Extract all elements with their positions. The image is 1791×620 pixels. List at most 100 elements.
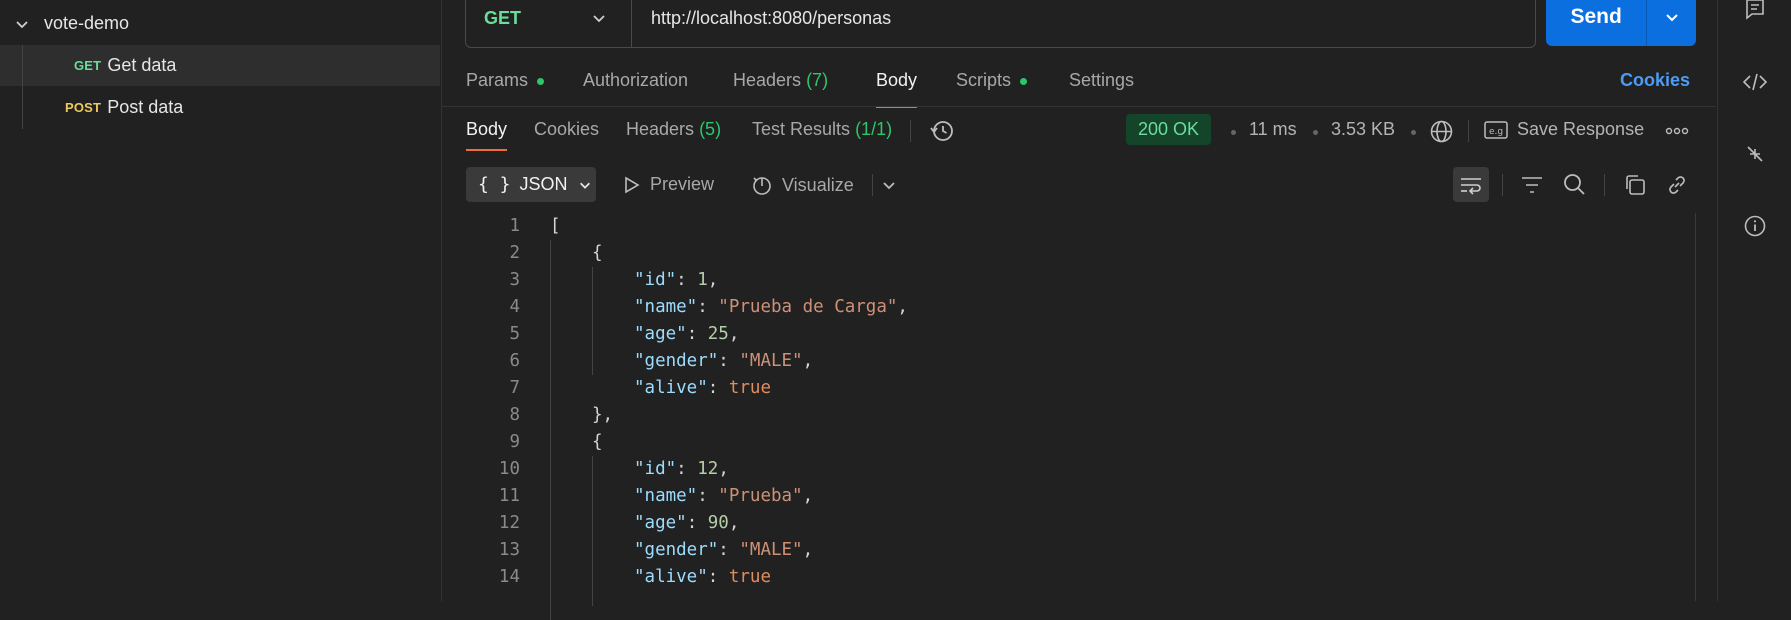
send-options-button[interactable] [1646,0,1696,46]
collection-vote-demo[interactable]: vote-demo [0,3,440,44]
json-key: "alive" [634,378,708,398]
chevron-down-icon[interactable] [881,177,897,193]
json-value: "MALE" [739,540,803,560]
tab-label: Body [876,70,918,90]
preview-button[interactable]: Preview [624,174,714,195]
code-text: [ [550,216,561,236]
json-key: "name" [634,297,698,317]
tab-settings[interactable]: Settings [1069,70,1134,106]
format-select[interactable]: { } JSON [466,167,596,202]
tab-authorization[interactable]: Authorization [583,70,688,106]
json-value: 12 [697,459,719,479]
line-number: 9 [509,432,520,452]
play-icon [624,176,640,194]
json-key: "id" [634,270,677,290]
cookies-link[interactable]: Cookies [1620,70,1690,91]
send-label: Send [1570,5,1622,28]
wrap-lines-button[interactable] [1453,167,1489,202]
copy-icon[interactable] [1623,173,1647,197]
json-value: "Prueba" [718,486,803,506]
separator [872,174,873,196]
indent-guide [592,267,593,375]
code-text: { [592,432,603,452]
tab-params[interactable]: Params [466,70,545,106]
response-tab-body[interactable]: Body [466,119,508,151]
chevron-down-icon[interactable] [14,16,30,32]
divider [442,106,1716,107]
response-time[interactable]: 11 ms [1249,119,1297,140]
chevron-down-icon [591,10,607,26]
separator [1604,174,1605,196]
response-tab-headers[interactable]: Headers (5) [626,119,721,149]
save-response-button[interactable]: e.g Save Response [1484,119,1644,140]
sidebar-item-post-data[interactable]: POST Post data [0,87,440,128]
line-number: 11 [498,486,520,506]
method-badge: GET [74,58,102,73]
method-value: GET [484,7,522,28]
send-button[interactable]: Send [1546,0,1696,46]
url-bar: GET http://localhost:8080/personas [465,0,1536,48]
sidebar-item-label: Get data [107,55,177,75]
response-size[interactable]: 3.53 KB [1331,119,1395,140]
method-badge: POST [65,100,102,115]
code-text: }, [592,405,614,425]
more-options-icon[interactable] [1665,125,1689,137]
line-number: 1 [509,216,520,236]
status-badge[interactable]: 200 OK [1126,114,1212,145]
separator [1502,174,1503,196]
line-number: 10 [498,459,520,479]
response-tab-test-results[interactable]: Test Results (1/1) [752,119,892,149]
json-value: true [728,378,771,398]
globe-icon[interactable] [1429,119,1454,144]
tab-label: Headers [626,119,695,139]
json-key: "gender" [634,540,719,560]
line-number: 3 [509,270,520,290]
json-value: true [728,567,771,587]
chevron-down-icon [578,178,592,192]
tab-label: Params [466,70,529,90]
line-number: 13 [498,540,520,560]
sidebar-item-get-data[interactable]: GET Get data [0,45,440,86]
meta-separator [1231,130,1236,135]
response-body[interactable]: 1[ 2{ 3 "id": 1, 4 "name": "Prueba de Carg… [466,213,1696,620]
json-key: "gender" [634,351,719,371]
json-value: 25 [707,324,729,344]
link-icon[interactable] [1665,173,1689,197]
related-requests-icon[interactable] [1740,139,1770,169]
url-input[interactable]: http://localhost:8080/personas [651,0,891,47]
comments-icon[interactable] [1740,0,1770,24]
code-text: { [592,243,603,263]
info-icon[interactable] [1740,211,1770,241]
code-icon[interactable] [1740,67,1770,97]
tab-headers[interactable]: Headers (7) [733,70,828,106]
line-number: 6 [509,351,520,371]
svg-text:e.g: e.g [1489,127,1503,137]
method-select[interactable]: GET [466,0,632,47]
scripts-indicator [1020,78,1028,85]
visualize-button[interactable]: Visualize [750,174,854,196]
save-response-label: Save Response [1517,119,1645,139]
example-icon: e.g [1484,120,1508,140]
line-number: 8 [509,405,520,425]
tree-guide [22,45,23,129]
sidebar: vote-demo GET Get data POST Post data [0,0,442,601]
headers-count: (5) [699,119,722,139]
tab-label: Settings [1069,70,1135,90]
tab-body[interactable]: Body [876,70,918,108]
response-tab-cookies[interactable]: Cookies [534,119,599,149]
search-icon[interactable] [1562,172,1587,197]
sidebar-item-label: Post data [107,97,184,117]
json-value: "Prueba de Carga" [718,297,898,317]
scrollbar[interactable] [1695,213,1696,601]
wrap-lines-icon [1459,175,1483,195]
line-number: 7 [509,378,520,398]
line-number: 12 [498,513,520,533]
history-icon[interactable] [929,118,955,144]
tab-label: Body [466,119,508,139]
filter-icon[interactable] [1520,174,1544,196]
tab-scripts[interactable]: Scripts [956,70,1028,106]
json-key: "age" [634,513,687,533]
right-rail [1717,0,1791,601]
indent-guide [550,240,551,620]
meta-separator [1313,130,1318,135]
